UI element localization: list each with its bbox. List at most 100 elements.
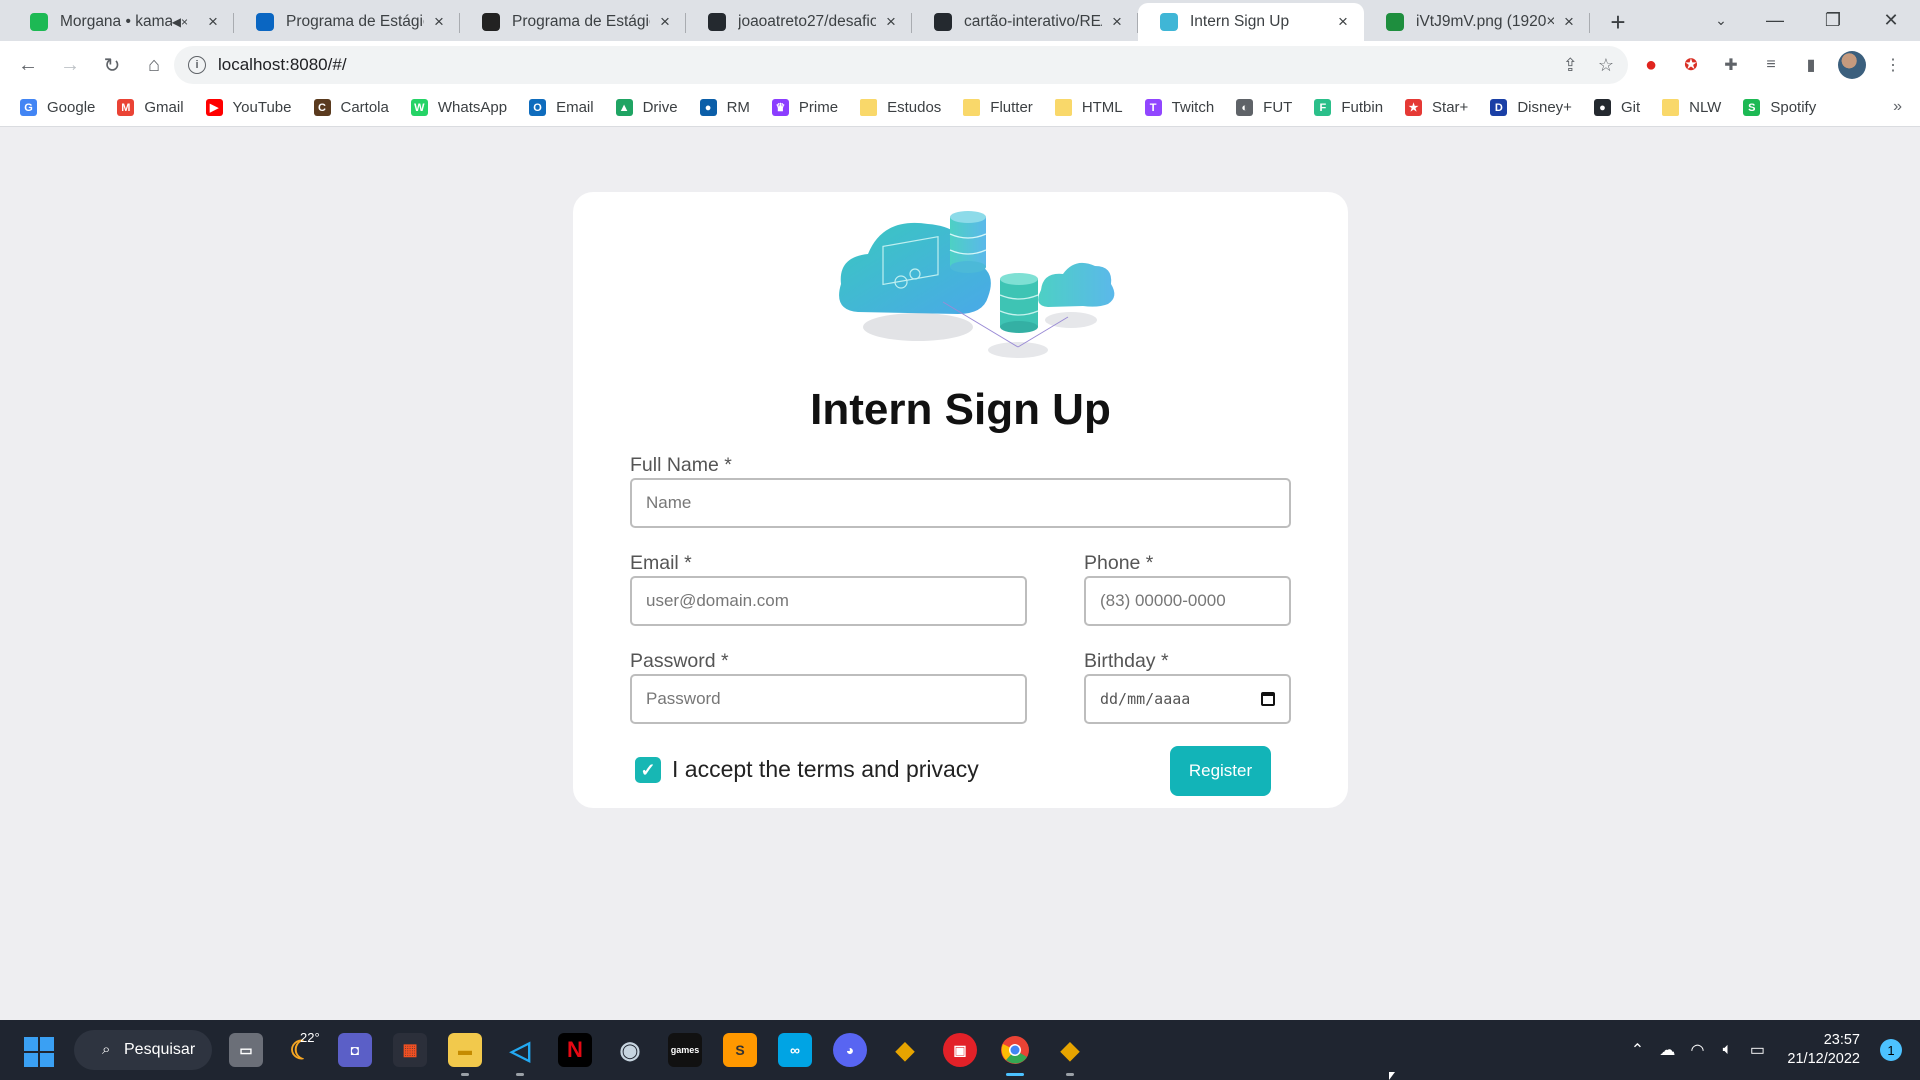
opera-extension-icon[interactable]: ● [1638,52,1664,78]
close-window-button[interactable]: ✕ [1862,0,1920,41]
bookmark-item[interactable]: ★ Star+ [1405,99,1468,116]
terms-label[interactable]: I accept the terms and privacy [672,756,979,783]
browser-tab[interactable]: Intern Sign Up × [1138,3,1364,41]
vscode-icon[interactable]: ◁ [503,1033,537,1076]
bookmark-item[interactable]: ● RM [699,99,750,116]
shield-extension-icon[interactable]: ✪ [1678,52,1704,78]
calendar-icon[interactable] [1261,692,1275,706]
bookmark-label: HTML [1081,99,1123,116]
bookmark-item[interactable]: T Twitch [1144,99,1214,116]
bookmark-item[interactable]: ● Git [1593,99,1640,116]
bookmark-item[interactable]: NLW [1662,99,1721,116]
whatsapp-icon: W [410,99,428,116]
full-name-input[interactable] [630,478,1291,528]
close-tab-icon[interactable]: × [656,12,674,32]
browser-tab[interactable]: Programa de Estágio × [460,3,686,41]
chevron-up-icon[interactable]: ⌃ [1623,1040,1651,1060]
puzzle-extensions-icon[interactable]: ✚ [1718,52,1744,78]
bookmark-item[interactable]: C Cartola [313,99,389,116]
more-bookmarks-icon[interactable]: » [1893,98,1902,116]
menu-kebab-icon[interactable]: ⋮ [1880,52,1906,78]
bookmark-item[interactable]: O Email [529,99,594,116]
close-tab-icon[interactable]: × [882,12,900,32]
new-tab-button[interactable]: + [1598,3,1638,41]
bookmark-item[interactable]: W WhatsApp [410,99,507,116]
terms-checkbox[interactable]: ✓ [635,757,661,783]
volume-icon[interactable]: 🔈︎ [1713,1041,1741,1059]
clock[interactable]: 23:57 21/12/2022 [1787,1031,1860,1069]
git-tool-icon[interactable]: ◆ [888,1033,922,1067]
bookmark-item[interactable]: ◐ FUT [1236,99,1292,116]
close-tab-icon[interactable]: × [204,12,222,32]
media-control-icon[interactable]: ≡ [1758,52,1784,78]
bookmark-item[interactable]: ♛ Prime [771,99,838,116]
bookmark-item[interactable]: D Disney+ [1490,99,1572,116]
bookmark-item[interactable]: Estudos [860,99,941,116]
reload-icon[interactable]: ↻ [92,45,132,85]
browser-tab[interactable]: joaoatreto27/desafio_ × [686,3,912,41]
tab-search-icon[interactable]: ⌄ [1707,6,1735,34]
onedrive-icon[interactable]: ☁ [1653,1040,1681,1060]
sublime-text-icon[interactable]: S [723,1033,757,1067]
minimize-button[interactable]: — [1746,0,1804,41]
chrome-icon[interactable] [998,1033,1032,1076]
notification-badge[interactable]: 1 [1880,1039,1902,1061]
discord-icon[interactable]: ◕ [833,1033,867,1067]
arduino-icon[interactable]: ∞ [778,1033,812,1067]
email-input[interactable] [630,576,1027,626]
close-tab-icon[interactable]: × [1108,12,1126,32]
microsoft-store-icon[interactable]: ▦ [393,1033,427,1067]
birthday-date-input[interactable]: dd/mm/aaaa [1084,674,1291,724]
wifi-icon[interactable]: ◠ [1683,1040,1711,1060]
url-text[interactable]: localhost:8080/#/ [218,55,347,75]
bookmark-item[interactable]: F Futbin [1314,99,1383,116]
muted-speaker-icon[interactable]: ◀︎× [172,15,188,29]
netflix-icon[interactable]: N [558,1033,592,1067]
xbox-games-icon[interactable]: games [668,1033,702,1067]
close-tab-icon[interactable]: × [1334,12,1352,32]
profile-avatar[interactable] [1838,51,1866,79]
window-controls: — ❐ ✕ [1746,0,1920,41]
red-app-icon[interactable]: ▣ [943,1033,977,1067]
browser-tab[interactable]: Programa de Estágio × [234,3,460,41]
share-icon[interactable]: ⇪ [1563,55,1578,76]
bookmark-item[interactable]: S Spotify [1743,99,1816,116]
bookmark-item[interactable]: ▶ YouTube [205,99,292,116]
bookmark-item[interactable]: Flutter [963,99,1033,116]
birthday-label: Birthday * [1084,650,1169,672]
browser-tab[interactable]: iVtJ9mV.png (1920×1080) × [1364,3,1590,41]
amazon-icon [482,13,500,31]
site-info-icon[interactable]: i [188,56,206,74]
battery-icon[interactable]: ▭ [1743,1040,1771,1060]
file-explorer-icon[interactable]: ▬ [448,1033,482,1076]
back-icon[interactable]: ← [8,45,48,85]
steam-icon[interactable]: ◉ [613,1033,647,1067]
close-tab-icon[interactable]: × [430,12,448,32]
address-bar[interactable]: i localhost:8080/#/ ⇪ ☆ [174,46,1628,84]
forward-icon[interactable]: → [50,45,90,85]
bookmark-item[interactable]: HTML [1054,99,1123,116]
tab-separator [1589,13,1590,33]
home-icon[interactable]: ⌂ [134,45,174,85]
phone-input[interactable] [1084,576,1291,626]
taskbar-search[interactable]: ⌕ Pesquisar [74,1030,212,1070]
side-panel-icon[interactable]: ▮ [1798,52,1824,78]
bookmark-star-icon[interactable]: ☆ [1598,55,1614,76]
restore-button[interactable]: ❐ [1804,0,1862,41]
bookmark-item[interactable]: G Google [20,99,95,116]
browser-tab[interactable]: cartão-interativo/README × [912,3,1138,41]
bookmark-item[interactable]: M Gmail [117,99,184,116]
email-label: Email * [630,552,692,574]
full-name-label: Full Name * [630,454,732,476]
browser-tab[interactable]: Morgana • kamaitachi◀︎× × [8,3,234,41]
git-gui-icon[interactable]: ◆ [1053,1033,1087,1076]
teams-chat-icon[interactable]: ◘ [338,1033,372,1067]
bookmark-item[interactable]: ▲ Drive [615,99,678,116]
extensions-area: ● ✪ ✚ ≡ ▮ ⋮ [1638,45,1906,85]
windows-start-icon[interactable] [24,1037,54,1067]
password-input[interactable] [630,674,1027,724]
task-view-icon[interactable]: ▭ [229,1033,263,1067]
register-button[interactable]: Register [1170,746,1271,796]
youtube-icon: ▶ [205,99,223,116]
close-tab-icon[interactable]: × [1560,12,1578,32]
